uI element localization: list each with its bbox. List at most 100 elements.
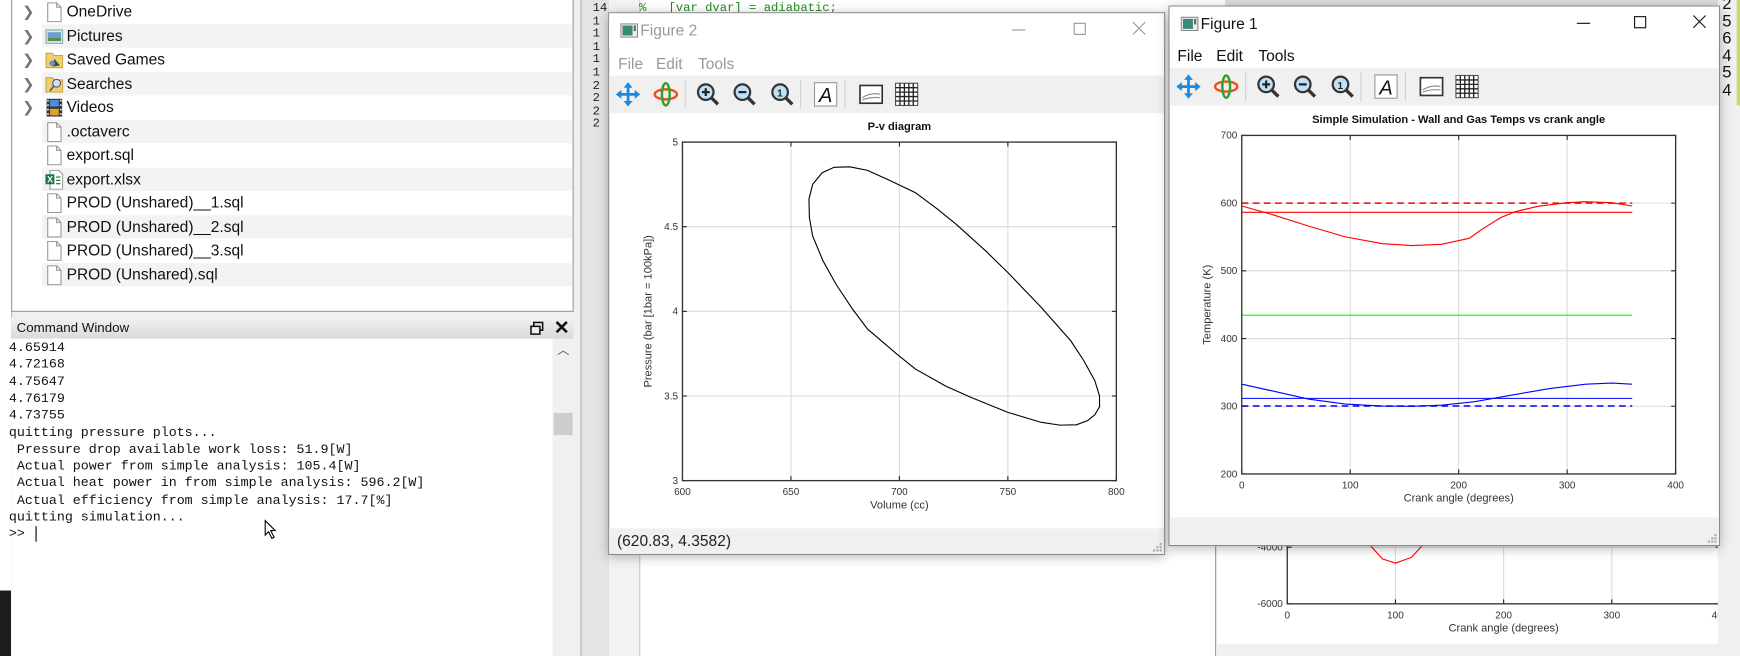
- line-number: 2: [592, 92, 600, 106]
- x-tick-label: 800: [1108, 487, 1125, 498]
- chevron-right-icon[interactable]: ❯: [22, 75, 35, 92]
- grid-icon[interactable]: [893, 81, 920, 108]
- chevron-right-icon[interactable]: ❯: [22, 99, 35, 116]
- minimize-button[interactable]: [1003, 18, 1034, 42]
- y-tick-label: 4.5: [664, 222, 678, 233]
- pan-icon[interactable]: [1175, 73, 1202, 100]
- undock-icon[interactable]: [529, 321, 545, 337]
- zoom-reset-icon[interactable]: 1: [769, 81, 796, 108]
- line-number: 2: [592, 105, 600, 119]
- chevron-right-icon[interactable]: ❯: [22, 27, 35, 44]
- chart-title: P-v diagram: [868, 121, 932, 133]
- menu-edit[interactable]: Edit: [1216, 47, 1243, 65]
- legend-icon[interactable]: [858, 81, 885, 108]
- rotate-icon[interactable]: [1213, 73, 1240, 100]
- file-list-item[interactable]: PROD (Unshared)__1.sql: [42, 191, 572, 215]
- resize-grip-icon[interactable]: [1152, 542, 1162, 552]
- chevron-right-icon[interactable]: ❯: [22, 51, 35, 68]
- zoom-out-icon[interactable]: [731, 81, 758, 108]
- figure1-titlebar[interactable]: Figure 1: [1169, 6, 1719, 43]
- toolbar-separator: [844, 79, 846, 109]
- chevron-right-icon[interactable]: ❯: [22, 3, 35, 20]
- figure1-window: Figure 1 File Edit Tools 1A 0 100 200 300 40…: [1168, 5, 1721, 547]
- file-list-item[interactable]: Xexport.xlsx: [42, 167, 573, 192]
- file-browser: ❯ OneDrive ❯ Pictures ❯ Saved Games ❯ Searches ❯…: [11, 0, 574, 312]
- menu-file[interactable]: File: [618, 54, 643, 72]
- close-icon[interactable]: ✕: [554, 317, 570, 339]
- y-tick-label: 4: [672, 307, 678, 318]
- resize-grip-icon[interactable]: [1707, 533, 1717, 543]
- file-name: Videos: [66, 97, 114, 116]
- y-tick-label: 600: [1221, 198, 1238, 209]
- menu-edit[interactable]: Edit: [656, 54, 683, 72]
- figure2-titlebar[interactable]: Figure 2: [609, 13, 1165, 49]
- command-prompt[interactable]: >>: [9, 526, 33, 543]
- x-tick-label: 300: [1604, 610, 1621, 621]
- zoom-out-icon[interactable]: [1292, 73, 1319, 100]
- line-number: 1: [592, 66, 600, 80]
- maximize-button[interactable]: [1625, 11, 1656, 35]
- file-list-item[interactable]: ❯ Pictures: [22, 23, 573, 48]
- file-list-item[interactable]: ❯ Saved Games: [22, 48, 572, 72]
- text-icon[interactable]: A: [1373, 73, 1400, 100]
- file-list-item[interactable]: export.sql: [42, 143, 572, 167]
- x-tick-label: 200: [1495, 610, 1512, 621]
- figure-app-icon: [1180, 16, 1199, 32]
- temperature-plot[interactable]: 0 100 200 300 400 200 300 400 500 600 700 Simple Si…: [1170, 110, 1719, 517]
- close-button[interactable]: [1124, 18, 1155, 42]
- zoom-reset-icon[interactable]: 1: [1329, 73, 1356, 100]
- pictures-folder-icon: [45, 28, 64, 44]
- rotate-icon[interactable]: [652, 81, 679, 108]
- toolbar-separator: [1404, 72, 1406, 102]
- minimize-button[interactable]: [1568, 11, 1599, 35]
- document-icon: [47, 240, 62, 261]
- pv-diagram-plot[interactable]: 600 650 700 750 800 3 3.5 4 4.5 5 P-v diagram Volum…: [609, 112, 1164, 528]
- x-tick-label: 200: [1450, 480, 1467, 491]
- file-list-item[interactable]: ❯ Searches: [22, 71, 573, 96]
- menu-file[interactable]: File: [1177, 47, 1202, 65]
- svg-text:1: 1: [777, 89, 783, 100]
- document-icon: [47, 264, 62, 285]
- legend-icon[interactable]: [1418, 73, 1445, 100]
- command-window-output[interactable]: 4.65914 4.72168 4.75647 4.76179 4.73755 quitt…: [8, 338, 553, 656]
- file-list-item[interactable]: PROD (Unshared)__3.sql: [42, 239, 572, 263]
- scroll-up-icon[interactable]: ︿: [557, 341, 569, 359]
- grid-icon[interactable]: [1454, 73, 1481, 100]
- command-window-scrollbar[interactable]: ︿: [552, 338, 574, 656]
- figure1-title: Figure 1: [1200, 14, 1258, 33]
- output-line: quitting simulation...: [8, 509, 185, 526]
- figure-app-icon: [620, 23, 639, 38]
- y-tick-label: -6000: [1257, 599, 1283, 610]
- y-axis-label: Temperature (K): [1202, 265, 1214, 345]
- file-list-item[interactable]: ❯ OneDrive: [22, 0, 572, 24]
- x-tick-label: 650: [783, 487, 800, 498]
- file-list-item[interactable]: ❯ Videos: [22, 95, 572, 119]
- x-axis-label: Volume (cc): [870, 499, 928, 511]
- y-tick-label: 400: [1221, 334, 1238, 345]
- file-list-item[interactable]: .octaverc: [42, 119, 573, 144]
- output-line: Actual heat power in from simple analysi…: [8, 475, 425, 492]
- menu-tools[interactable]: Tools: [1258, 47, 1294, 65]
- menu-tools[interactable]: Tools: [698, 54, 734, 72]
- figure2-toolbar: 1A: [609, 75, 1165, 114]
- line-number: 1: [592, 15, 600, 29]
- line-number: 1: [592, 53, 600, 68]
- svg-text:A: A: [818, 85, 832, 107]
- zoom-in-icon[interactable]: [695, 81, 722, 108]
- file-list-item[interactable]: PROD (Unshared).sql: [42, 262, 573, 287]
- figure2-statusbar: (620.83, 4.3582): [609, 528, 1165, 554]
- text-icon[interactable]: A: [812, 81, 839, 108]
- file-name: PROD (Unshared)__1.sql: [66, 193, 244, 211]
- figure2-title: Figure 2: [640, 21, 698, 39]
- zoom-in-icon[interactable]: [1255, 73, 1282, 100]
- file-list-item[interactable]: PROD (Unshared)__2.sql: [42, 214, 573, 239]
- x-tick-label: 300: [1559, 480, 1576, 491]
- text-caret: [35, 526, 37, 542]
- pan-icon[interactable]: [615, 81, 642, 108]
- scrollbar-thumb[interactable]: [553, 412, 573, 436]
- x-tick-label: 600: [674, 487, 691, 498]
- output-line: Pressure drop available work loss: 51.9[…: [8, 441, 353, 458]
- line-number: 1: [592, 27, 600, 42]
- close-button[interactable]: [1685, 11, 1716, 35]
- maximize-button[interactable]: [1064, 18, 1095, 42]
